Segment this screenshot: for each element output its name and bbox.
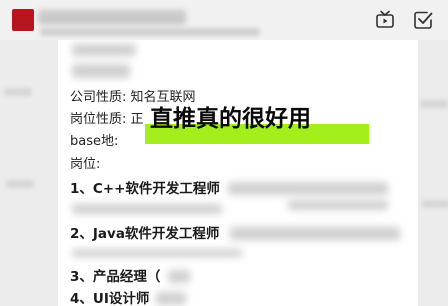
blurred-text: [72, 64, 130, 78]
job-item: 2、Java软件开发工程师: [70, 226, 220, 242]
job-item: 4、UI设计师: [70, 291, 150, 306]
chat-header: [0, 0, 448, 40]
chat-title-blurred: [38, 10, 186, 25]
field-label: base地:: [70, 134, 119, 149]
blurred-text: [72, 44, 136, 56]
field-label: 公司性质:: [70, 90, 127, 105]
side-decoration: [4, 88, 32, 96]
blurred-text: [230, 227, 400, 240]
blurred-text: [288, 200, 388, 210]
post-card: 公司性质: 知名互联网 岗位性质: 正 base地: 岗位: 1、C++软件开发…: [58, 40, 418, 306]
field-value: 正: [130, 112, 144, 127]
field-label: 岗位性质:: [70, 112, 127, 127]
positions-heading: 岗位:: [70, 157, 101, 172]
chat-subtitle-blurred: [40, 28, 260, 36]
check-square-icon[interactable]: [412, 9, 434, 31]
blurred-text: [72, 249, 242, 257]
position-type-line: 岗位性质: 正: [70, 111, 144, 129]
blurred-text: [168, 270, 190, 283]
base-location-line: base地:: [70, 133, 118, 151]
blurred-text: [228, 182, 388, 195]
avatar[interactable]: [12, 9, 34, 31]
side-decoration: [420, 100, 448, 108]
side-decoration: [6, 180, 34, 188]
blurred-text: [156, 292, 186, 305]
job-item: 3、产品经理（: [70, 269, 161, 285]
blurred-text: [72, 204, 222, 214]
overlay-caption: 直推真的很好用: [150, 106, 311, 132]
tv-icon[interactable]: [374, 9, 396, 31]
side-decoration: [422, 200, 448, 208]
job-item: 1、C++软件开发工程师: [70, 181, 220, 197]
